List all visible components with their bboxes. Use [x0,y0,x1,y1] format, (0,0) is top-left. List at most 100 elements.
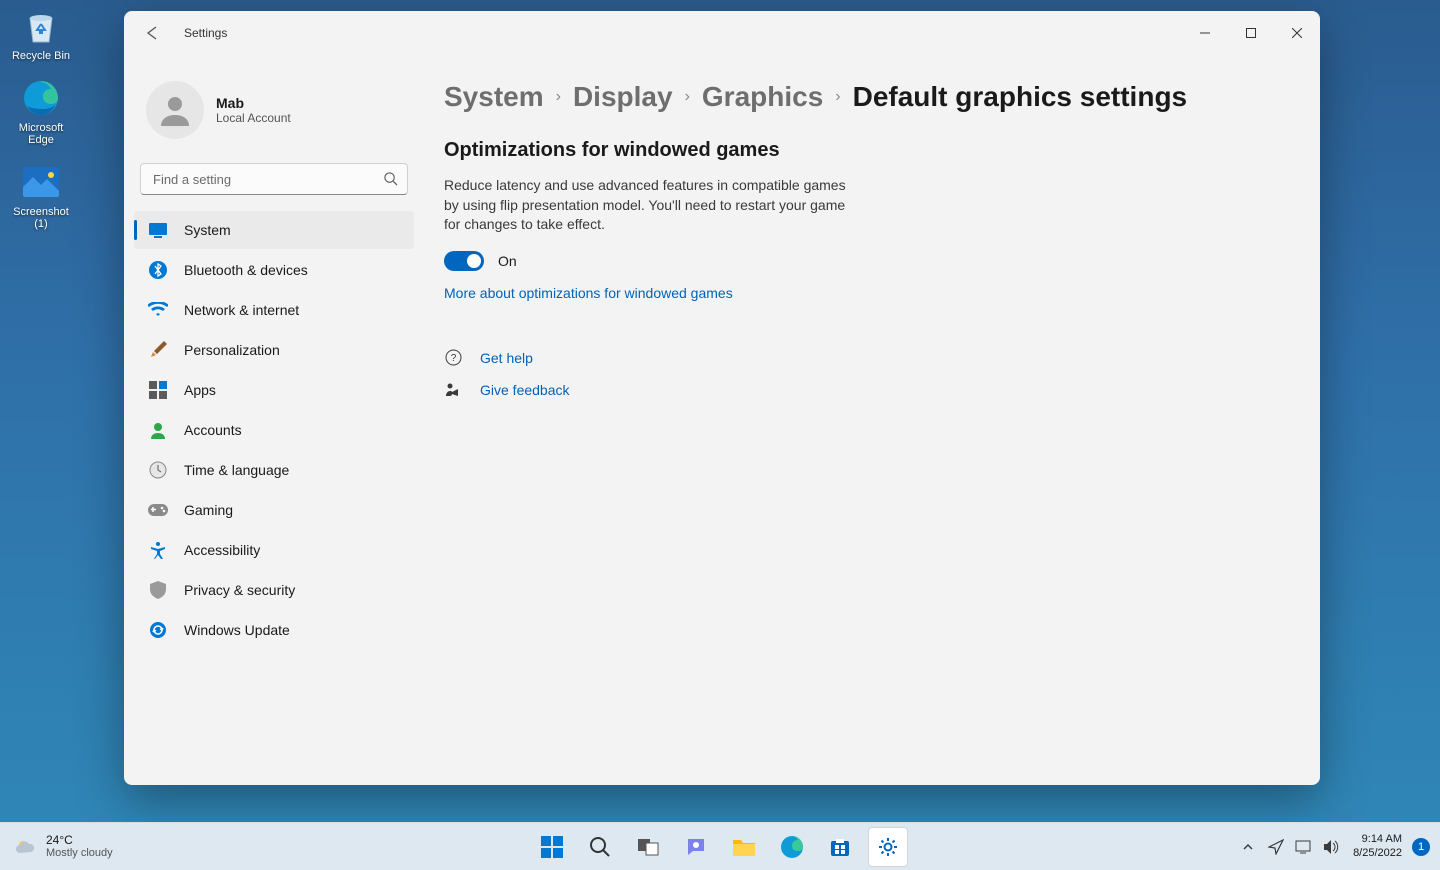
nav-item-apps[interactable]: Apps [134,371,414,409]
settings-taskbar-button[interactable] [868,827,908,867]
taskbar-center [532,827,908,867]
svg-text:?: ? [450,353,456,364]
nav-item-network[interactable]: Network & internet [134,291,414,329]
bluetooth-icon [148,260,168,280]
search-input[interactable] [140,163,408,195]
titlebar: Settings [124,11,1320,55]
desktop-icon-screenshot[interactable]: Screenshot (1) [6,160,76,230]
nav-item-personalization[interactable]: Personalization [134,331,414,369]
learn-more-link[interactable]: More about optimizations for windowed ga… [444,285,733,301]
get-help-link[interactable]: Get help [480,350,533,366]
shield-icon [148,580,168,600]
desktop-icon-recycle-bin[interactable]: Recycle Bin [6,4,76,62]
taskbar-search[interactable] [580,827,620,867]
tray-overflow[interactable] [1237,836,1259,858]
toggle-state-label: On [498,253,517,269]
nav-label: System [184,222,231,238]
system-tray: 9:14 AM 8/25/2022 1 [1237,833,1440,859]
edge-icon [19,76,63,120]
store-button[interactable] [820,827,860,867]
nav-label: Accounts [184,422,242,438]
edge-button[interactable] [772,827,812,867]
start-button[interactable] [532,827,572,867]
volume-tray-icon[interactable] [1321,836,1343,858]
user-profile[interactable]: Mab Local Account [134,75,414,145]
date: 8/25/2022 [1353,847,1402,860]
desktop-icon-label: Microsoft Edge [6,122,76,146]
accessibility-icon [148,540,168,560]
location-icon[interactable] [1265,836,1287,858]
desktop-icon-edge[interactable]: Microsoft Edge [6,76,76,146]
chevron-right-icon: › [685,88,690,106]
chevron-right-icon: › [556,88,561,106]
wifi-icon [148,300,168,320]
taskbar: 24°C Mostly cloudy 9:14 AM 8/25/2022 1 [0,822,1440,870]
nav-item-accounts[interactable]: Accounts [134,411,414,449]
nav-item-system[interactable]: System [134,211,414,249]
breadcrumb: System › Display › Graphics › Default gr… [444,81,1280,113]
help-icon: ? [444,349,462,367]
task-view-button[interactable] [628,827,668,867]
user-name: Mab [216,95,291,111]
breadcrumb-system[interactable]: System [444,81,544,113]
back-button[interactable] [138,19,166,47]
clock-globe-icon [148,460,168,480]
notification-badge[interactable]: 1 [1412,838,1430,856]
nav-label: Bluetooth & devices [184,262,308,278]
breadcrumb-graphics[interactable]: Graphics [702,81,823,113]
person-icon [148,420,168,440]
nav-item-privacy[interactable]: Privacy & security [134,571,414,609]
breadcrumb-display[interactable]: Display [573,81,673,113]
nav-item-bluetooth[interactable]: Bluetooth & devices [134,251,414,289]
apps-icon [148,380,168,400]
section-description: Reduce latency and use advanced features… [444,176,864,235]
network-tray-icon[interactable] [1293,836,1315,858]
desktop-icon-label: Screenshot (1) [6,206,76,230]
weather-temp: 24°C [46,834,113,847]
help-links: ? Get help Give feedback [444,349,1280,399]
nav-item-time-language[interactable]: Time & language [134,451,414,489]
nav-label: Time & language [184,462,289,478]
weather-cond: Mostly cloudy [46,847,113,859]
desktop-icons: Recycle Bin Microsoft Edge Screenshot (1… [6,4,76,230]
search-icon [383,171,398,191]
weather-icon [14,835,38,859]
minimize-button[interactable] [1182,17,1228,49]
nav-label: Privacy & security [184,582,295,598]
nav-label: Network & internet [184,302,299,318]
chat-button[interactable] [676,827,716,867]
toggle-row: On [444,251,1280,271]
nav-label: Apps [184,382,216,398]
time: 9:14 AM [1362,833,1402,846]
nav-label: Personalization [184,342,280,358]
give-feedback-link[interactable]: Give feedback [480,382,570,398]
maximize-button[interactable] [1228,17,1274,49]
close-button[interactable] [1274,17,1320,49]
clock[interactable]: 9:14 AM 8/25/2022 [1349,833,1406,859]
desktop-icon-label: Recycle Bin [12,50,70,62]
breadcrumb-current: Default graphics settings [853,81,1188,113]
nav: System Bluetooth & devices Network & int… [134,211,414,649]
feedback-icon [444,381,462,399]
sidebar: Mab Local Account System Bluetooth & dev… [124,55,424,785]
nav-item-windows-update[interactable]: Windows Update [134,611,414,649]
content-pane: System › Display › Graphics › Default gr… [424,55,1320,785]
weather-widget[interactable]: 24°C Mostly cloudy [0,834,113,859]
system-icon [148,220,168,240]
nav-item-gaming[interactable]: Gaming [134,491,414,529]
settings-window: Settings Mab Local Account [124,11,1320,785]
nav-label: Accessibility [184,542,260,558]
nav-item-accessibility[interactable]: Accessibility [134,531,414,569]
chevron-right-icon: › [835,88,840,106]
image-file-icon [19,160,63,204]
toggle-switch[interactable] [444,251,484,271]
paintbrush-icon [148,340,168,360]
nav-label: Gaming [184,502,233,518]
file-explorer-button[interactable] [724,827,764,867]
search-wrapper [140,163,408,195]
recycle-bin-icon [19,4,63,48]
update-icon [148,620,168,640]
nav-label: Windows Update [184,622,290,638]
user-account-type: Local Account [216,111,291,125]
gamepad-icon [148,500,168,520]
